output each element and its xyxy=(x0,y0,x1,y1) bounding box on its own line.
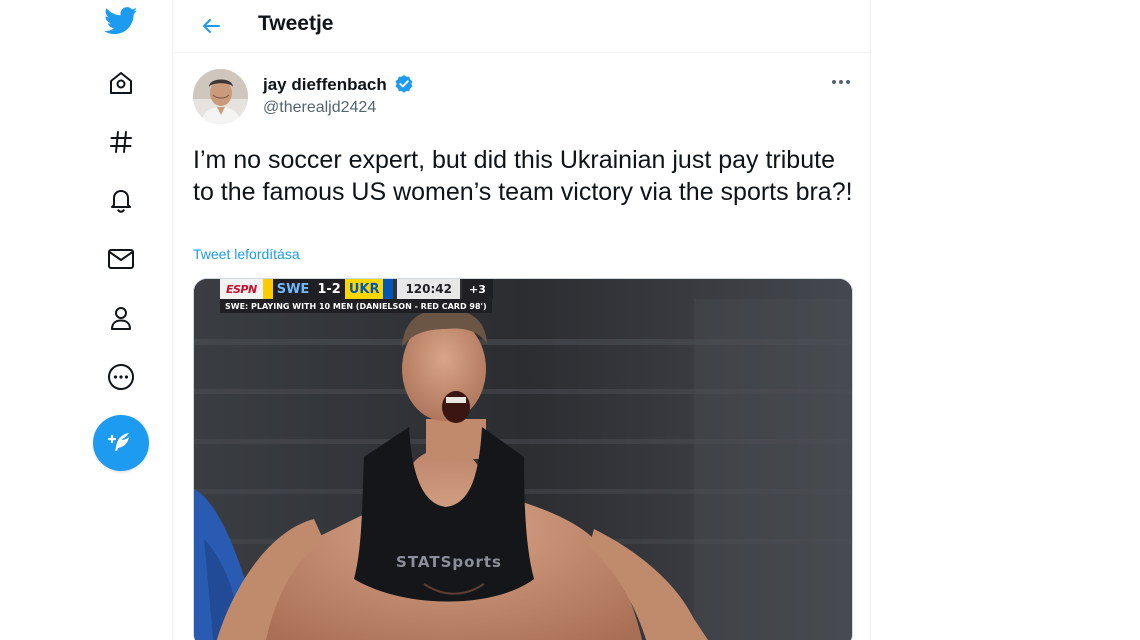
scoreboard-added-time: +3 xyxy=(462,279,493,299)
profile-person-icon[interactable] xyxy=(96,293,146,343)
messages-envelope-icon[interactable] xyxy=(96,234,146,284)
tweet-text: I’m no soccer expert, but did this Ukrai… xyxy=(193,146,853,206)
author-handle[interactable]: @therealjd2424 xyxy=(263,98,376,118)
scoreboard-score: 1-2 xyxy=(313,279,345,299)
scoreboard: ESPN SWE 1-2 UKR 120:42 +3 xyxy=(220,279,493,299)
page-title: Tweetje xyxy=(258,12,334,35)
tweet: jay dieffenbach @therealjd2424 I’m no so… xyxy=(173,54,871,640)
verified-badge-icon xyxy=(394,74,414,94)
page-header: Tweetje xyxy=(173,0,871,53)
notifications-bell-icon[interactable] xyxy=(96,175,146,225)
scoreboard-away-team: UKR xyxy=(344,279,384,299)
compose-tweet-button[interactable] xyxy=(93,415,149,471)
scoreboard-clock: 120:42 xyxy=(397,279,460,299)
more-dot-icon xyxy=(846,80,850,84)
more-dot-icon xyxy=(832,80,836,84)
author-name[interactable]: jay dieffenbach xyxy=(263,74,387,96)
left-nav xyxy=(0,0,172,640)
ukraine-flag-icon xyxy=(383,279,394,299)
video-frame: STATSports xyxy=(194,279,852,640)
scoreboard-network: ESPN xyxy=(220,279,263,299)
sweden-flag-icon xyxy=(262,279,273,299)
tweet-media-video[interactable]: STATSports ESPN SWE 1-2 UKR 120:42 +3 SW… xyxy=(193,278,853,640)
avatar[interactable] xyxy=(193,69,248,124)
translate-tweet-link[interactable]: Tweet lefordítása xyxy=(193,245,300,263)
compose-feather-icon xyxy=(107,433,129,451)
shirt-logo-text: STATSports xyxy=(396,553,502,571)
back-arrow-icon xyxy=(203,19,220,33)
back-button[interactable] xyxy=(193,8,229,44)
more-options-icon[interactable] xyxy=(96,352,146,402)
more-dot-icon xyxy=(839,80,843,84)
scoreboard-home-team: SWE xyxy=(272,279,314,299)
home-icon[interactable] xyxy=(96,58,146,108)
twitter-logo-icon[interactable] xyxy=(96,0,146,46)
explore-hashtag-icon[interactable] xyxy=(96,117,146,167)
tweet-more-button[interactable] xyxy=(826,70,856,94)
scoreboard-subtitle: SWE: PLAYING WITH 10 MEN (DANIELSON - RE… xyxy=(220,299,492,313)
main-column: Tweetje jay dieffenbach @therealjd2424 I… xyxy=(172,0,871,640)
